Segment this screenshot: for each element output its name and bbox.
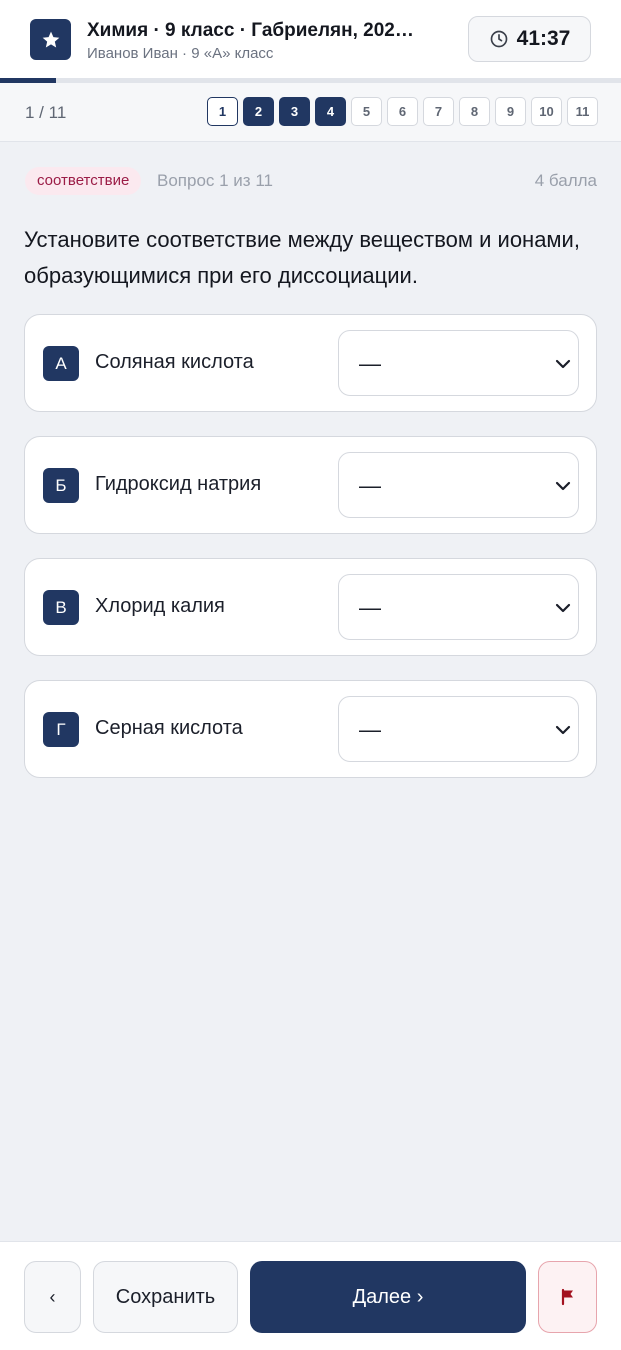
- action-footer: ‹ Сохранить Далее ›: [0, 1241, 621, 1350]
- question-points: 4 балла: [534, 171, 597, 190]
- chevron-down-icon: [555, 481, 571, 491]
- save-button[interactable]: Сохранить: [93, 1261, 238, 1333]
- page-button-1[interactable]: 1: [207, 97, 238, 126]
- page-buttons: 1 2 3 4 5 6 7 8 9 10 11: [207, 97, 598, 126]
- page-button-5[interactable]: 5: [351, 97, 382, 126]
- match-row: В Хлорид калия —: [24, 558, 597, 656]
- row-letter-badge: Б: [43, 468, 79, 503]
- question-type-badge: соответствие: [25, 167, 142, 195]
- page-button-10[interactable]: 10: [531, 97, 562, 126]
- page-button-7[interactable]: 7: [423, 97, 454, 126]
- page-button-3[interactable]: 3: [279, 97, 310, 126]
- match-row: Б Гидроксид натрия —: [24, 436, 597, 534]
- match-row: Г Серная кислота —: [24, 680, 597, 778]
- next-button[interactable]: Далее ›: [250, 1261, 526, 1333]
- select-value: —: [359, 473, 381, 498]
- answer-select[interactable]: —: [338, 574, 579, 640]
- row-label: Серная кислота: [95, 717, 243, 739]
- chevron-down-icon: [555, 725, 571, 735]
- select-value: —: [359, 595, 381, 620]
- question-text: Установите соответствие между веществом …: [24, 227, 580, 288]
- star-icon: [42, 31, 59, 47]
- page-button-8[interactable]: 8: [459, 97, 490, 126]
- row-label: Хлорид калия: [95, 595, 225, 617]
- question-counter: 1 / 11: [25, 103, 67, 122]
- page-button-4[interactable]: 4: [315, 97, 346, 126]
- match-row: А Соляная кислота —: [24, 314, 597, 412]
- prev-button[interactable]: ‹: [24, 1261, 81, 1333]
- clock-icon: [490, 30, 507, 48]
- timer: 41:37: [468, 16, 591, 62]
- row-label: Гидроксид натрия: [95, 473, 262, 495]
- chevron-down-icon: [555, 603, 571, 613]
- chevron-down-icon: [555, 359, 571, 369]
- app-logo: [30, 19, 71, 60]
- test-title: Химия · 9 класс · Габриелян, 202…: [87, 20, 414, 41]
- page-button-9[interactable]: 9: [495, 97, 526, 126]
- answer-select[interactable]: —: [338, 696, 579, 762]
- answer-select[interactable]: —: [338, 330, 579, 396]
- row-letter-badge: А: [43, 346, 79, 381]
- row-label: Соляная кислота: [95, 351, 254, 373]
- timer-value: 41:37: [516, 27, 571, 50]
- page-button-11[interactable]: 11: [567, 97, 598, 126]
- page-button-2[interactable]: 2: [243, 97, 274, 126]
- select-value: —: [359, 717, 381, 742]
- question-number: Вопрос 1 из 11: [157, 171, 273, 190]
- select-value: —: [359, 351, 381, 376]
- row-letter-badge: Г: [43, 712, 79, 747]
- app-header: Химия · 9 класс · Габриелян, 202… Иванов…: [0, 0, 621, 78]
- answer-select[interactable]: —: [338, 452, 579, 518]
- question-navigator: 1 / 11 1 2 3 4 5 6 7 8 9 10 11: [0, 83, 621, 142]
- row-letter-badge: В: [43, 590, 79, 625]
- flag-button[interactable]: [538, 1261, 597, 1333]
- flag-icon: [561, 1288, 573, 1306]
- student-info: Иванов Иван · 9 «А» класс: [87, 45, 274, 62]
- page-button-6[interactable]: 6: [387, 97, 418, 126]
